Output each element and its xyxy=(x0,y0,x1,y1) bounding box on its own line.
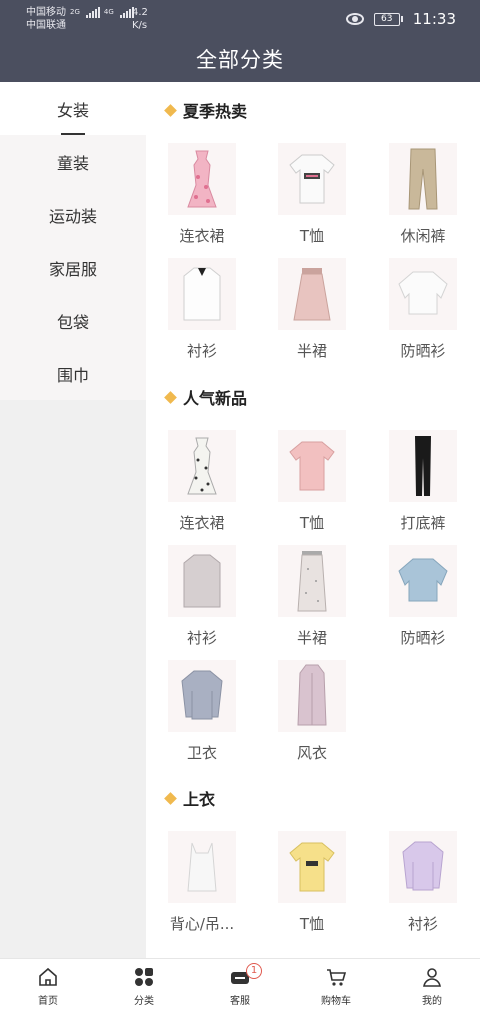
cart-icon xyxy=(325,966,347,988)
app-header: 中国移动 2G 4G 中国联通 4.2 K/s 63 11:33 全部分类 xyxy=(0,0,480,82)
diamond-icon xyxy=(164,390,177,404)
diamond-icon xyxy=(164,791,177,805)
signal-1-type: 2G xyxy=(70,8,80,16)
tab-label: 分类 xyxy=(134,996,154,1007)
category-item[interactable]: 连衣裙 xyxy=(147,430,257,535)
category-item[interactable]: 半裙 xyxy=(257,545,367,650)
category-content[interactable]: 夏季热卖 连衣裙 T恤 休闲裤 衬衫 半裙 防晒衫 人气新品 连衣裙 T恤 打底裤 衬衫 半裙 防晒衫 卫衣… xyxy=(146,82,480,958)
white-cardigan-icon xyxy=(389,258,457,330)
category-item[interactable]: 衬衫 xyxy=(368,831,478,936)
category-item-label: T恤 xyxy=(299,915,325,933)
status-right: 63 11:33 xyxy=(345,10,456,28)
category-item[interactable]: 卫衣 xyxy=(147,660,257,765)
sidebar-item-3[interactable]: 家居服 xyxy=(0,241,146,294)
trench-coat-icon xyxy=(278,660,346,732)
white-shirt-icon xyxy=(168,258,236,330)
category-item-label: 卫衣 xyxy=(186,744,217,762)
section-title: 上衣 xyxy=(164,786,215,810)
carrier-info: 中国移动 2G 4G 中国联通 xyxy=(26,6,134,32)
category-item-label: 背心/吊... xyxy=(169,915,235,933)
category-item-label: 休闲裤 xyxy=(400,227,446,245)
home-icon xyxy=(37,966,59,988)
category-item-label: 打底裤 xyxy=(400,514,446,532)
pink-skirt-icon xyxy=(278,258,346,330)
tab-label: 购物车 xyxy=(321,996,351,1007)
floral-dress-icon xyxy=(168,143,236,215)
white-camisole-icon xyxy=(168,831,236,903)
category-item-label: 连衣裙 xyxy=(179,227,225,245)
bottom-tab-bar: 首页 分类 客服 1 购物车 我的 xyxy=(0,958,480,1013)
tab-label: 首页 xyxy=(38,996,58,1007)
category-item[interactable]: T恤 xyxy=(257,430,367,535)
gray-sweater-icon xyxy=(168,660,236,732)
category-item[interactable]: 防晒衫 xyxy=(368,545,478,650)
long-skirt-icon xyxy=(278,545,346,617)
tab-label: 客服 xyxy=(230,996,250,1007)
tab-profile[interactable]: 我的 xyxy=(384,959,480,1013)
category-item-label: 防晒衫 xyxy=(400,342,446,360)
sidebar-item-5[interactable]: 围巾 xyxy=(0,347,146,400)
category-item[interactable]: 风衣 xyxy=(257,660,367,765)
category-item[interactable]: 衬衫 xyxy=(147,545,257,650)
unread-badge: 1 xyxy=(246,963,262,979)
category-item[interactable]: 半裙 xyxy=(257,258,367,363)
category-item-label: 衬衫 xyxy=(186,342,217,360)
category-item[interactable]: T恤 xyxy=(257,831,367,936)
battery-icon: 63 xyxy=(373,12,403,26)
category-item-label: 半裙 xyxy=(296,629,327,647)
category-item-label: 衬衫 xyxy=(407,915,438,933)
eye-comfort-icon xyxy=(345,13,364,25)
khaki-pants-icon xyxy=(389,143,457,215)
category-item-label: T恤 xyxy=(299,514,325,532)
tab-home[interactable]: 首页 xyxy=(0,959,96,1013)
sidebar-item-2[interactable]: 运动装 xyxy=(0,188,146,241)
category-item-label: 半裙 xyxy=(296,342,327,360)
tab-category[interactable]: 分类 xyxy=(96,959,192,1013)
print-dress-icon xyxy=(168,430,236,502)
category-icon xyxy=(133,966,155,988)
clock: 11:33 xyxy=(412,10,456,28)
category-sidebar: 女装 童装 运动装 家居服 包袋 围巾 xyxy=(0,82,146,958)
category-item-label: 衬衫 xyxy=(186,629,217,647)
battery-level: 63 xyxy=(373,12,400,26)
sidebar-item-4[interactable]: 包袋 xyxy=(0,294,146,347)
pink-tshirt-icon xyxy=(278,430,346,502)
category-item[interactable]: T恤 xyxy=(257,143,367,248)
category-item[interactable]: 背心/吊... xyxy=(147,831,257,936)
category-item[interactable]: 衬衫 xyxy=(147,258,257,363)
profile-icon xyxy=(421,966,443,988)
tab-label: 我的 xyxy=(422,996,442,1007)
category-item-label: 连衣裙 xyxy=(179,514,225,532)
signal-2-type: 4G xyxy=(103,8,114,16)
signal-1-icon xyxy=(85,7,100,18)
white-tshirt-icon xyxy=(278,143,346,215)
carrier-2: 中国联通 xyxy=(26,20,66,31)
sidebar-list: 女装 童装 运动装 家居服 包袋 围巾 xyxy=(0,82,146,400)
gray-shirt-icon xyxy=(168,545,236,617)
section-title: 人气新品 xyxy=(164,385,247,409)
category-item-label: T恤 xyxy=(299,227,325,245)
tab-cart[interactable]: 购物车 xyxy=(288,959,384,1013)
black-leggings-icon xyxy=(389,430,457,502)
tab-customer-service[interactable]: 客服 1 xyxy=(192,959,288,1013)
category-item-label: 防晒衫 xyxy=(400,629,446,647)
carrier-1: 中国移动 xyxy=(26,7,66,18)
yellow-tshirt-icon xyxy=(278,831,346,903)
page-title: 全部分类 xyxy=(196,48,284,72)
category-item[interactable]: 防晒衫 xyxy=(368,258,478,363)
purple-hoodie-icon xyxy=(389,831,457,903)
category-item[interactable]: 休闲裤 xyxy=(368,143,478,248)
network-speed: 4.2 K/s xyxy=(132,7,148,31)
category-item[interactable]: 打底裤 xyxy=(368,430,478,535)
category-item-label: 风衣 xyxy=(296,744,327,762)
blue-cardigan-icon xyxy=(389,545,457,617)
diamond-icon xyxy=(164,103,177,117)
category-item[interactable]: 连衣裙 xyxy=(147,143,257,248)
section-title: 夏季热卖 xyxy=(164,98,247,122)
sidebar-item-0[interactable]: 女装 xyxy=(0,82,146,135)
sidebar-item-1[interactable]: 童装 xyxy=(0,135,146,188)
